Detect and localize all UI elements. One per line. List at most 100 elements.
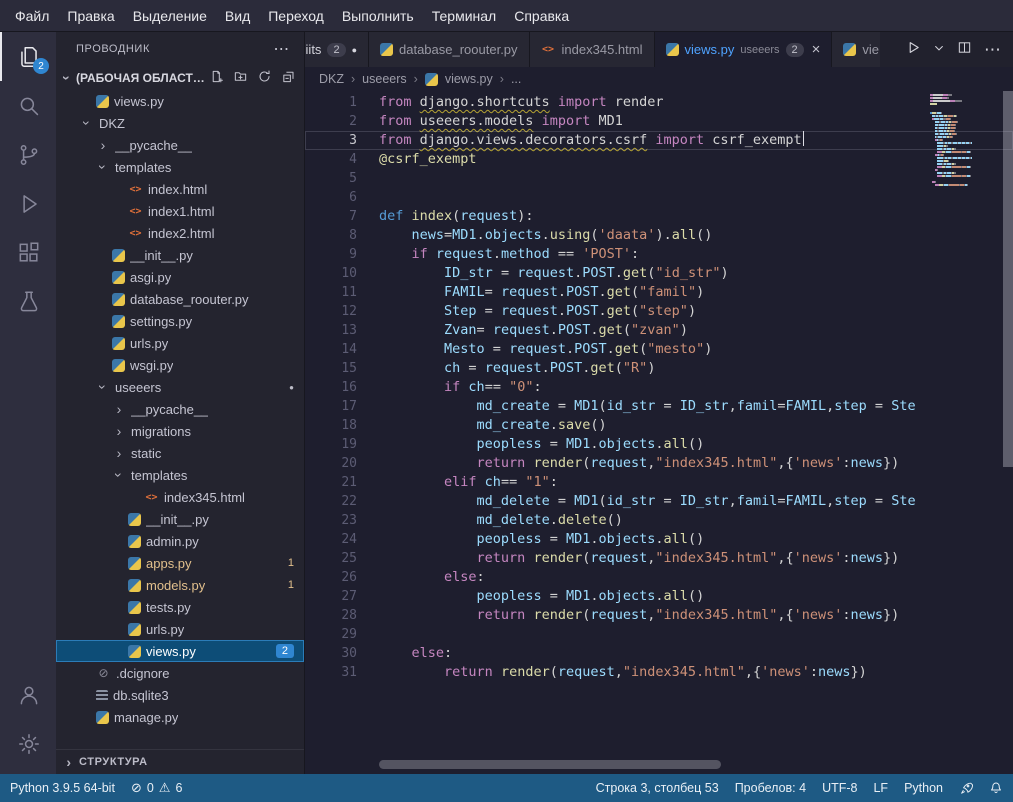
code-line-22[interactable]: 22 md_delete = MD1(id_str = ID_str,famil…	[305, 492, 1013, 511]
indentation-setting[interactable]: Пробелов: 4	[735, 781, 806, 795]
notifications-bell-icon[interactable]	[989, 781, 1003, 795]
tree-item-index1-html[interactable]: index1.html	[56, 200, 304, 222]
tree-item-models-py[interactable]: models.py1	[56, 574, 304, 596]
menu-item-2[interactable]: Правка	[58, 4, 123, 28]
code-line-10[interactable]: 10 ID_str = request.POST.get("id_str")	[305, 264, 1013, 283]
code-line-31[interactable]: 31 return render(request,"index345.html"…	[305, 663, 1013, 682]
code-line-14[interactable]: 14 Mesto = request.POST.get("mesto")	[305, 340, 1013, 359]
new-file-icon[interactable]	[209, 69, 224, 87]
eol-setting[interactable]: LF	[873, 781, 888, 795]
code-line-23[interactable]: 23 md_delete.delete()	[305, 511, 1013, 530]
breadcrumb-folder[interactable]: useeers	[362, 72, 406, 86]
explorer-button[interactable]: 2	[0, 32, 56, 81]
code-line-2[interactable]: 2from useeers.models import MD1	[305, 112, 1013, 131]
run-dropdown-icon[interactable]	[933, 41, 945, 59]
vertical-scrollbar[interactable]	[1003, 91, 1013, 467]
encoding-setting[interactable]: UTF-8	[822, 781, 857, 795]
close-icon[interactable]: ×	[812, 41, 821, 58]
tree-item-tests-py[interactable]: tests.py	[56, 596, 304, 618]
refresh-icon[interactable]	[257, 69, 272, 87]
tree-item-index2-html[interactable]: index2.html	[56, 222, 304, 244]
code-line-9[interactable]: 9 if request.method == 'POST':	[305, 245, 1013, 264]
language-mode[interactable]: Python	[904, 781, 943, 795]
more-actions-icon[interactable]: ⋯	[273, 39, 290, 59]
horizontal-scrollbar[interactable]	[379, 760, 721, 769]
minimap[interactable]	[930, 94, 1000, 187]
tree-item-init-py[interactable]: __init__.py	[56, 244, 304, 266]
rocket-icon[interactable]	[959, 781, 973, 795]
source-control-button[interactable]	[0, 130, 56, 179]
code-line-18[interactable]: 18 md_create.save()	[305, 416, 1013, 435]
tree-item-dkz[interactable]: DKZ	[56, 112, 304, 134]
breadcrumb-file[interactable]: views.py	[445, 72, 493, 86]
tree-item-db-sqlite3[interactable]: db.sqlite3	[56, 684, 304, 706]
code-line-27[interactable]: 27 peopless = MD1.objects.all()	[305, 587, 1013, 606]
code-line-21[interactable]: 21 elif ch== "1":	[305, 473, 1013, 492]
tree-item-database-roouter-py[interactable]: database_roouter.py	[56, 288, 304, 310]
search-button[interactable]	[0, 81, 56, 130]
problems-indicator[interactable]: ⊘ 0 ⚠ 6	[131, 780, 182, 796]
code-line-6[interactable]: 6	[305, 188, 1013, 207]
code-line-25[interactable]: 25 return render(request,"index345.html"…	[305, 549, 1013, 568]
tree-item-views-py[interactable]: views.py	[56, 90, 304, 112]
menu-item-3[interactable]: Выделение	[124, 4, 216, 28]
code-line-11[interactable]: 11 FAMIL= request.POST.get("famil")	[305, 283, 1013, 302]
tree-item-dcignore[interactable]: .dcignore	[56, 662, 304, 684]
code-line-30[interactable]: 30 else:	[305, 644, 1013, 663]
split-editor-icon[interactable]	[957, 40, 972, 60]
breadcrumb-project[interactable]: DKZ	[319, 72, 344, 86]
tree-item-pycache[interactable]: __pycache__	[56, 134, 304, 156]
code-line-17[interactable]: 17 md_create = MD1(id_str = ID_str,famil…	[305, 397, 1013, 416]
python-interpreter[interactable]: Python 3.9.5 64-bit	[10, 781, 115, 795]
tab-views-py[interactable]: views.pyuseeers2×	[655, 32, 833, 67]
workspace-section-header[interactable]: (РАБОЧАЯ ОБЛАСТЬ) ...	[56, 66, 304, 89]
tree-item-init-py[interactable]: __init__.py	[56, 508, 304, 530]
menu-item-7[interactable]: Терминал	[423, 4, 505, 28]
collapse-all-icon[interactable]	[281, 69, 296, 87]
code-line-8[interactable]: 8 news=MD1.objects.using('daata').all()	[305, 226, 1013, 245]
tree-item-views-py[interactable]: views.py2	[56, 640, 304, 662]
menu-item-8[interactable]: Справка	[505, 4, 578, 28]
tree-item-pycache[interactable]: __pycache__	[56, 398, 304, 420]
tab-vie[interactable]: vie	[832, 32, 880, 67]
tree-item-index-html[interactable]: index.html	[56, 178, 304, 200]
tree-item-useeers[interactable]: useeers●	[56, 376, 304, 398]
code-line-12[interactable]: 12 Step = request.POST.get("step")	[305, 302, 1013, 321]
tab-index345-html[interactable]: index345.html	[530, 32, 655, 67]
menu-item-1[interactable]: Файл	[6, 4, 58, 28]
code-line-20[interactable]: 20 return render(request,"index345.html"…	[305, 454, 1013, 473]
code-line-26[interactable]: 26 else:	[305, 568, 1013, 587]
code-line-24[interactable]: 24 peopless = MD1.objects.all()	[305, 530, 1013, 549]
tree-item-static[interactable]: static	[56, 442, 304, 464]
tab-iiits[interactable]: iiits2●	[305, 32, 369, 67]
code-line-1[interactable]: 1from django.shortcuts import render	[305, 93, 1013, 112]
extensions-button[interactable]	[0, 228, 56, 277]
testing-button[interactable]	[0, 277, 56, 326]
tree-item-templates[interactable]: templates	[56, 464, 304, 486]
code-line-4[interactable]: 4@csrf_exempt	[305, 150, 1013, 169]
outline-section-header[interactable]: СТРУКТУРА	[56, 749, 304, 774]
tree-item-settings-py[interactable]: settings.py	[56, 310, 304, 332]
settings-button[interactable]	[0, 719, 56, 768]
code-line-28[interactable]: 28 return render(request,"index345.html"…	[305, 606, 1013, 625]
code-line-29[interactable]: 29	[305, 625, 1013, 644]
tree-item-admin-py[interactable]: admin.py	[56, 530, 304, 552]
run-debug-button[interactable]	[0, 179, 56, 228]
tree-item-apps-py[interactable]: apps.py1	[56, 552, 304, 574]
tree-item-asgi-py[interactable]: asgi.py	[56, 266, 304, 288]
code-line-16[interactable]: 16 if ch== "0":	[305, 378, 1013, 397]
tree-item-migrations[interactable]: migrations	[56, 420, 304, 442]
tree-item-templates[interactable]: templates	[56, 156, 304, 178]
code-line-7[interactable]: 7def index(request):	[305, 207, 1013, 226]
code-line-5[interactable]: 5	[305, 169, 1013, 188]
breadcrumb-symbol[interactable]: ...	[511, 72, 521, 86]
cursor-position[interactable]: Строка 3, столбец 53	[596, 781, 719, 795]
menu-item-5[interactable]: Переход	[259, 4, 333, 28]
tree-item-manage-py[interactable]: manage.py	[56, 706, 304, 728]
menu-item-6[interactable]: Выполнить	[333, 4, 423, 28]
code-line-13[interactable]: 13 Zvan= request.POST.get("zvan")	[305, 321, 1013, 340]
more-actions-icon[interactable]: ⋯	[984, 41, 1001, 58]
new-folder-icon[interactable]	[233, 69, 248, 87]
tab-database-roouter-py[interactable]: database_roouter.py	[369, 32, 530, 67]
tree-item-urls-py[interactable]: urls.py	[56, 618, 304, 640]
